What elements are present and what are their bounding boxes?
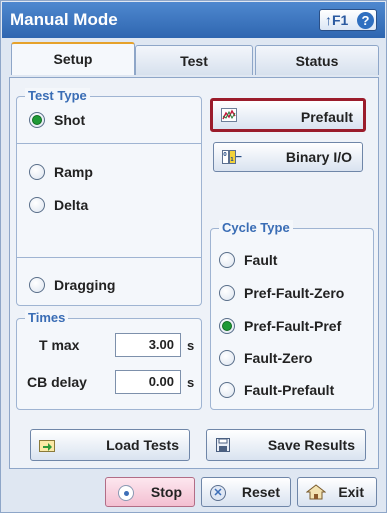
- prefault-chart-icon: [221, 108, 237, 122]
- test-type-legend: Test Type: [25, 88, 90, 103]
- radio-fault[interactable]: Fault: [219, 249, 277, 271]
- radio-delta-label: Delta: [54, 197, 89, 213]
- exit-button[interactable]: Exit: [297, 477, 377, 507]
- reset-button[interactable]: ✕ Reset: [201, 477, 291, 507]
- tab-setup[interactable]: Setup: [11, 42, 135, 75]
- load-tests-label: Load Tests: [106, 437, 179, 453]
- radio-pref-fault-pref-label: Pref-Fault-Pref: [244, 318, 342, 334]
- t-max-label: T max: [39, 337, 80, 353]
- radio-ramp-label: Ramp: [54, 164, 93, 180]
- radio-delta-indicator: [29, 197, 45, 214]
- binary-io-button[interactable]: 0 1 Binary I/O: [213, 142, 363, 172]
- title-bar: Manual Mode ↑F1 ?: [2, 2, 385, 38]
- test-type-group: Test Type Shot Ramp Delta Dragging: [16, 88, 202, 306]
- stop-icon: [118, 485, 134, 501]
- radio-pref-fault-pref-indicator: [219, 318, 235, 335]
- radio-fault-prefault-label: Fault-Prefault: [244, 382, 335, 398]
- prefault-button[interactable]: Prefault: [210, 98, 366, 132]
- prefault-label: Prefault: [300, 109, 353, 125]
- reset-icon: ✕: [210, 485, 226, 501]
- times-group: Times T max 3.00 s CB delay 0.00 s: [16, 310, 202, 410]
- home-exit-icon: [306, 484, 326, 500]
- radio-shot[interactable]: Shot: [29, 109, 85, 131]
- stop-button[interactable]: Stop: [105, 477, 195, 507]
- tab-status[interactable]: Status: [255, 45, 379, 75]
- radio-fault-zero-label: Fault-Zero: [244, 350, 313, 366]
- divider: [17, 143, 201, 144]
- radio-pref-fault-zero-label: Pref-Fault-Zero: [244, 285, 345, 301]
- radio-dragging-indicator: [29, 277, 45, 294]
- cb-delay-unit: s: [187, 375, 195, 390]
- help-button[interactable]: ↑F1 ?: [319, 9, 377, 31]
- radio-shot-label: Shot: [54, 112, 86, 128]
- reset-label: Reset: [241, 484, 280, 500]
- binary-io-label: Binary I/O: [285, 149, 352, 165]
- radio-delta[interactable]: Delta: [29, 194, 88, 216]
- t-max-unit: s: [187, 338, 195, 353]
- save-results-icon: [216, 438, 230, 452]
- manual-mode-window: Manual Mode ↑F1 ? Setup Test Status Test…: [0, 0, 387, 513]
- radio-fault-prefault[interactable]: Fault-Prefault: [219, 379, 334, 401]
- svg-text:1: 1: [230, 157, 234, 163]
- tab-setup-label: Setup: [53, 51, 93, 67]
- window-title: Manual Mode: [10, 10, 118, 29]
- tab-status-label: Status: [295, 53, 339, 69]
- cycle-type-legend: Cycle Type: [219, 220, 293, 235]
- stop-label: Stop: [150, 484, 182, 500]
- radio-fault-prefault-indicator: [219, 382, 235, 399]
- cycle-type-group: Cycle Type Fault Pref-Fault-Zero Pref-Fa…: [210, 220, 374, 410]
- binary-io-icon: 0 1: [222, 150, 242, 164]
- radio-ramp-indicator: [29, 164, 45, 181]
- bottom-toolbar: Stop ✕ Reset Exit: [9, 473, 379, 509]
- radio-dragging[interactable]: Dragging: [29, 274, 115, 296]
- radio-fault-indicator: [219, 252, 235, 269]
- radio-dragging-label: Dragging: [54, 277, 116, 293]
- times-legend: Times: [25, 310, 69, 325]
- radio-pref-fault-zero-indicator: [219, 285, 235, 302]
- radio-pref-fault-pref[interactable]: Pref-Fault-Pref: [219, 315, 341, 337]
- cb-delay-input[interactable]: 0.00: [115, 370, 181, 394]
- exit-label: Exit: [338, 484, 364, 500]
- load-tests-button[interactable]: Load Tests: [30, 429, 190, 461]
- save-results-label: Save Results: [267, 437, 355, 453]
- tab-test-label: Test: [180, 53, 208, 69]
- help-shortcut-label: ↑F1: [325, 12, 349, 28]
- t-max-input[interactable]: 3.00: [115, 333, 181, 357]
- tab-test[interactable]: Test: [135, 45, 253, 75]
- radio-fault-zero[interactable]: Fault-Zero: [219, 347, 312, 369]
- radio-pref-fault-zero[interactable]: Pref-Fault-Zero: [219, 282, 344, 304]
- load-tests-icon: [39, 440, 55, 452]
- setup-panel: Test Type Shot Ramp Delta Dragging Times…: [9, 77, 379, 469]
- save-results-button[interactable]: Save Results: [206, 429, 366, 461]
- divider: [17, 257, 201, 258]
- cb-delay-label: CB delay: [27, 374, 87, 390]
- radio-shot-indicator: [29, 112, 45, 129]
- help-icon: ?: [357, 12, 374, 29]
- radio-fault-zero-indicator: [219, 350, 235, 367]
- radio-ramp[interactable]: Ramp: [29, 161, 93, 183]
- svg-text:0: 0: [223, 152, 227, 158]
- radio-fault-label: Fault: [244, 252, 278, 268]
